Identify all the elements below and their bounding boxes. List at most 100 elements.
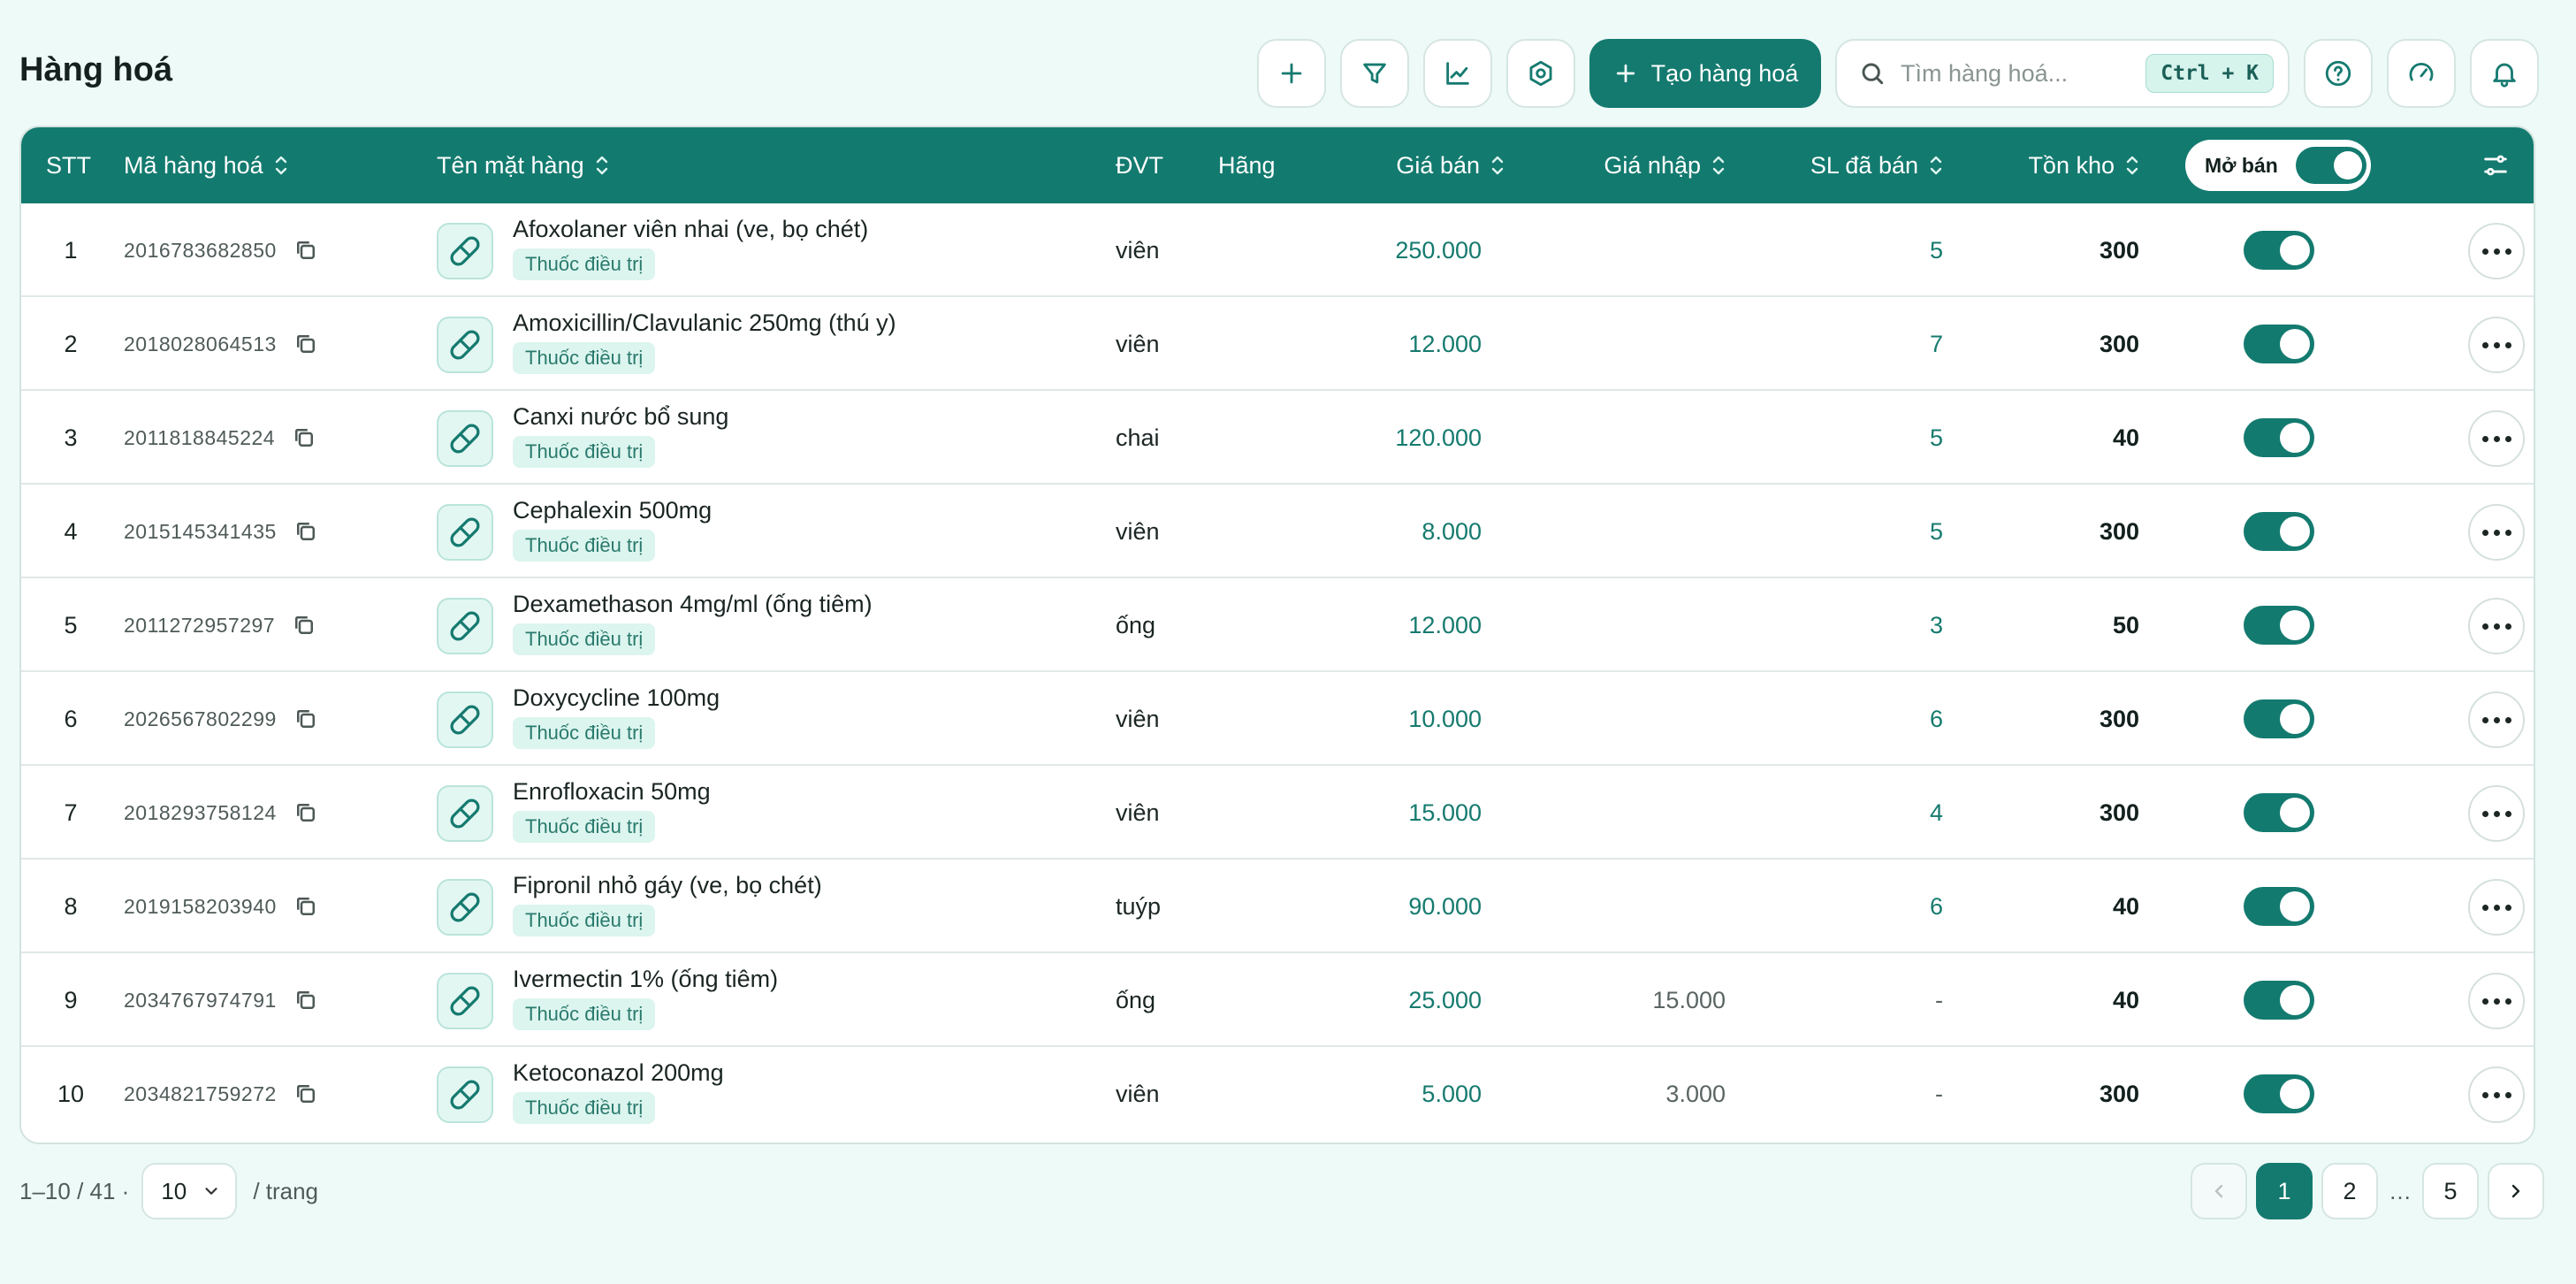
open-sale-cell bbox=[2244, 766, 2314, 860]
row-actions-button[interactable] bbox=[2468, 879, 2525, 936]
column-settings-button[interactable] bbox=[2481, 150, 2511, 180]
copy-icon[interactable] bbox=[293, 518, 319, 545]
table-row[interactable]: 10 2034821759272 Ketoconazol 200mg Thuốc đi… bbox=[21, 1047, 2534, 1141]
item-sold: 4 bbox=[1929, 799, 1943, 826]
chart-button[interactable] bbox=[1423, 39, 1492, 108]
item-thumbnail bbox=[437, 223, 493, 279]
search-box[interactable]: Ctrl + K bbox=[1835, 39, 2290, 108]
sort-icon[interactable] bbox=[2125, 154, 2139, 177]
sort-icon[interactable] bbox=[1711, 154, 1726, 177]
add-button[interactable] bbox=[1257, 39, 1326, 108]
copy-icon[interactable] bbox=[293, 237, 319, 264]
next-page-button[interactable] bbox=[2488, 1163, 2544, 1219]
copy-icon[interactable] bbox=[293, 706, 319, 732]
table-row[interactable]: 3 2011818845224 Canxi nước bổ sung Thuốc đi… bbox=[21, 391, 2534, 485]
row-actions-button[interactable] bbox=[2468, 504, 2525, 561]
item-unit: viên bbox=[1116, 517, 1160, 545]
sort-icon[interactable] bbox=[1929, 154, 1943, 177]
filter-button[interactable] bbox=[1340, 39, 1409, 108]
copy-icon[interactable] bbox=[293, 1081, 319, 1107]
row-index: 8 bbox=[64, 892, 78, 920]
open-sale-toggle[interactable] bbox=[2244, 981, 2314, 1020]
open-sale-toggle[interactable] bbox=[2244, 699, 2314, 738]
item-code-value: 2016783682850 bbox=[124, 238, 277, 262]
table-row[interactable]: 7 2018293758124 Enrofloxacin 50mg Thuốc điề… bbox=[21, 766, 2534, 860]
item-import-price bbox=[1506, 297, 1726, 391]
copy-icon[interactable] bbox=[293, 893, 319, 920]
page-button[interactable]: 1 bbox=[2256, 1163, 2313, 1219]
table-row[interactable]: 2 2018028064513 Amoxicillin/Clavulanic 250… bbox=[21, 297, 2534, 391]
item-name[interactable]: Fipronil nhỏ gáy (ve, bọ chét) bbox=[513, 872, 822, 899]
copy-icon[interactable] bbox=[291, 424, 317, 451]
item-name[interactable]: Doxycycline 100mg bbox=[513, 684, 720, 712]
table-row[interactable]: 4 2015145341435 Cephalexin 500mg Thuốc điều… bbox=[21, 485, 2534, 578]
more-icon bbox=[2481, 435, 2488, 442]
prev-page-button[interactable] bbox=[2191, 1163, 2247, 1219]
item-price: 12.000 bbox=[1408, 330, 1482, 357]
col-code[interactable]: Mã hàng hoá bbox=[124, 127, 288, 203]
notifications-button[interactable] bbox=[2470, 39, 2539, 108]
settings-button[interactable] bbox=[1506, 39, 1575, 108]
chart-icon bbox=[1446, 62, 1469, 85]
table-row[interactable]: 8 2019158203940 Fipronil nhỏ gáy (ve, bọ c… bbox=[21, 860, 2534, 953]
table-row[interactable]: 9 2034767974791 Ivermectin 1% (ống tiêm) Th… bbox=[21, 953, 2534, 1047]
page-size-select[interactable]: 10 bbox=[141, 1163, 238, 1219]
item-code-value: 2015145341435 bbox=[124, 519, 277, 543]
row-actions-button[interactable] bbox=[2468, 598, 2525, 654]
open-sale-toggle[interactable] bbox=[2244, 325, 2314, 363]
copy-icon[interactable] bbox=[293, 331, 319, 357]
table-row[interactable]: 5 2011272957297 Dexamethason 4mg/ml (ống t… bbox=[21, 578, 2534, 672]
row-actions-button[interactable] bbox=[2468, 785, 2525, 842]
col-stock[interactable]: Tồn kho bbox=[1966, 127, 2139, 203]
open-sale-toggle[interactable] bbox=[2244, 606, 2314, 645]
chevron-right-icon bbox=[2511, 1184, 2520, 1198]
item-import-price: 3.000 bbox=[1665, 1080, 1726, 1107]
row-actions-button[interactable] bbox=[2468, 1066, 2525, 1123]
open-sale-toggle[interactable] bbox=[2244, 418, 2314, 457]
row-actions-button[interactable] bbox=[2468, 692, 2525, 748]
item-name[interactable]: Canxi nước bổ sung bbox=[513, 403, 728, 431]
sort-icon[interactable] bbox=[274, 154, 288, 177]
toolbar: Tạo hàng hoá Ctrl + K bbox=[1257, 39, 2539, 108]
sort-icon[interactable] bbox=[595, 154, 609, 177]
dashboard-button[interactable] bbox=[2387, 39, 2456, 108]
item-name[interactable]: Afoxolaner viên nhai (ve, bọ chét) bbox=[513, 216, 868, 243]
row-actions-button[interactable] bbox=[2468, 223, 2525, 279]
col-name[interactable]: Tên mặt hàng bbox=[437, 127, 609, 203]
table-row[interactable]: 1 2016783682850 Afoxolaner viên nhai (ve, … bbox=[21, 203, 2534, 297]
col-sold[interactable]: SL đã bán bbox=[1754, 127, 1943, 203]
open-sale-toggle[interactable] bbox=[2244, 231, 2314, 270]
page-button[interactable]: 2 bbox=[2321, 1163, 2378, 1219]
sort-icon[interactable] bbox=[1490, 154, 1505, 177]
item-unit: viên bbox=[1116, 799, 1160, 826]
row-actions-button[interactable] bbox=[2468, 973, 2525, 1029]
open-sale-toggle[interactable] bbox=[2244, 793, 2314, 832]
page-button[interactable]: 5 bbox=[2422, 1163, 2479, 1219]
item-name[interactable]: Amoxicillin/Clavulanic 250mg (thú y) bbox=[513, 310, 896, 337]
create-item-button[interactable]: Tạo hàng hoá bbox=[1589, 39, 1821, 108]
col-price[interactable]: Giá bán bbox=[1294, 127, 1505, 203]
copy-icon[interactable] bbox=[293, 987, 319, 1013]
item-name-block: Fipronil nhỏ gáy (ve, bọ chét) Thuốc điều… bbox=[513, 872, 822, 936]
open-sale-toggle[interactable] bbox=[2244, 512, 2314, 551]
item-name[interactable]: Cephalexin 500mg bbox=[513, 497, 712, 524]
item-name[interactable]: Ivermectin 1% (ống tiêm) bbox=[513, 966, 778, 993]
row-actions-button[interactable] bbox=[2468, 317, 2525, 373]
item-name[interactable]: Enrofloxacin 50mg bbox=[513, 778, 711, 806]
open-sale-toggle[interactable] bbox=[2244, 887, 2314, 926]
item-import-price bbox=[1506, 860, 1726, 953]
open-sale-header-toggle[interactable] bbox=[2295, 147, 2366, 184]
open-sale-toggle[interactable] bbox=[2244, 1074, 2314, 1113]
pill-icon bbox=[450, 330, 480, 360]
search-input[interactable] bbox=[1901, 59, 2146, 88]
open-sale-cell bbox=[2244, 297, 2314, 391]
item-name[interactable]: Dexamethason 4mg/ml (ống tiêm) bbox=[513, 591, 873, 618]
copy-icon[interactable] bbox=[293, 799, 319, 826]
item-name-block: Doxycycline 100mg Thuốc điều trị bbox=[513, 684, 720, 749]
row-actions-button[interactable] bbox=[2468, 410, 2525, 467]
help-button[interactable] bbox=[2304, 39, 2373, 108]
item-name[interactable]: Ketoconazol 200mg bbox=[513, 1059, 724, 1087]
table-row[interactable]: 6 2026567802299 Doxycycline 100mg Thuốc điề… bbox=[21, 672, 2534, 766]
copy-icon[interactable] bbox=[291, 612, 317, 638]
col-import-price[interactable]: Giá nhập bbox=[1506, 127, 1726, 203]
